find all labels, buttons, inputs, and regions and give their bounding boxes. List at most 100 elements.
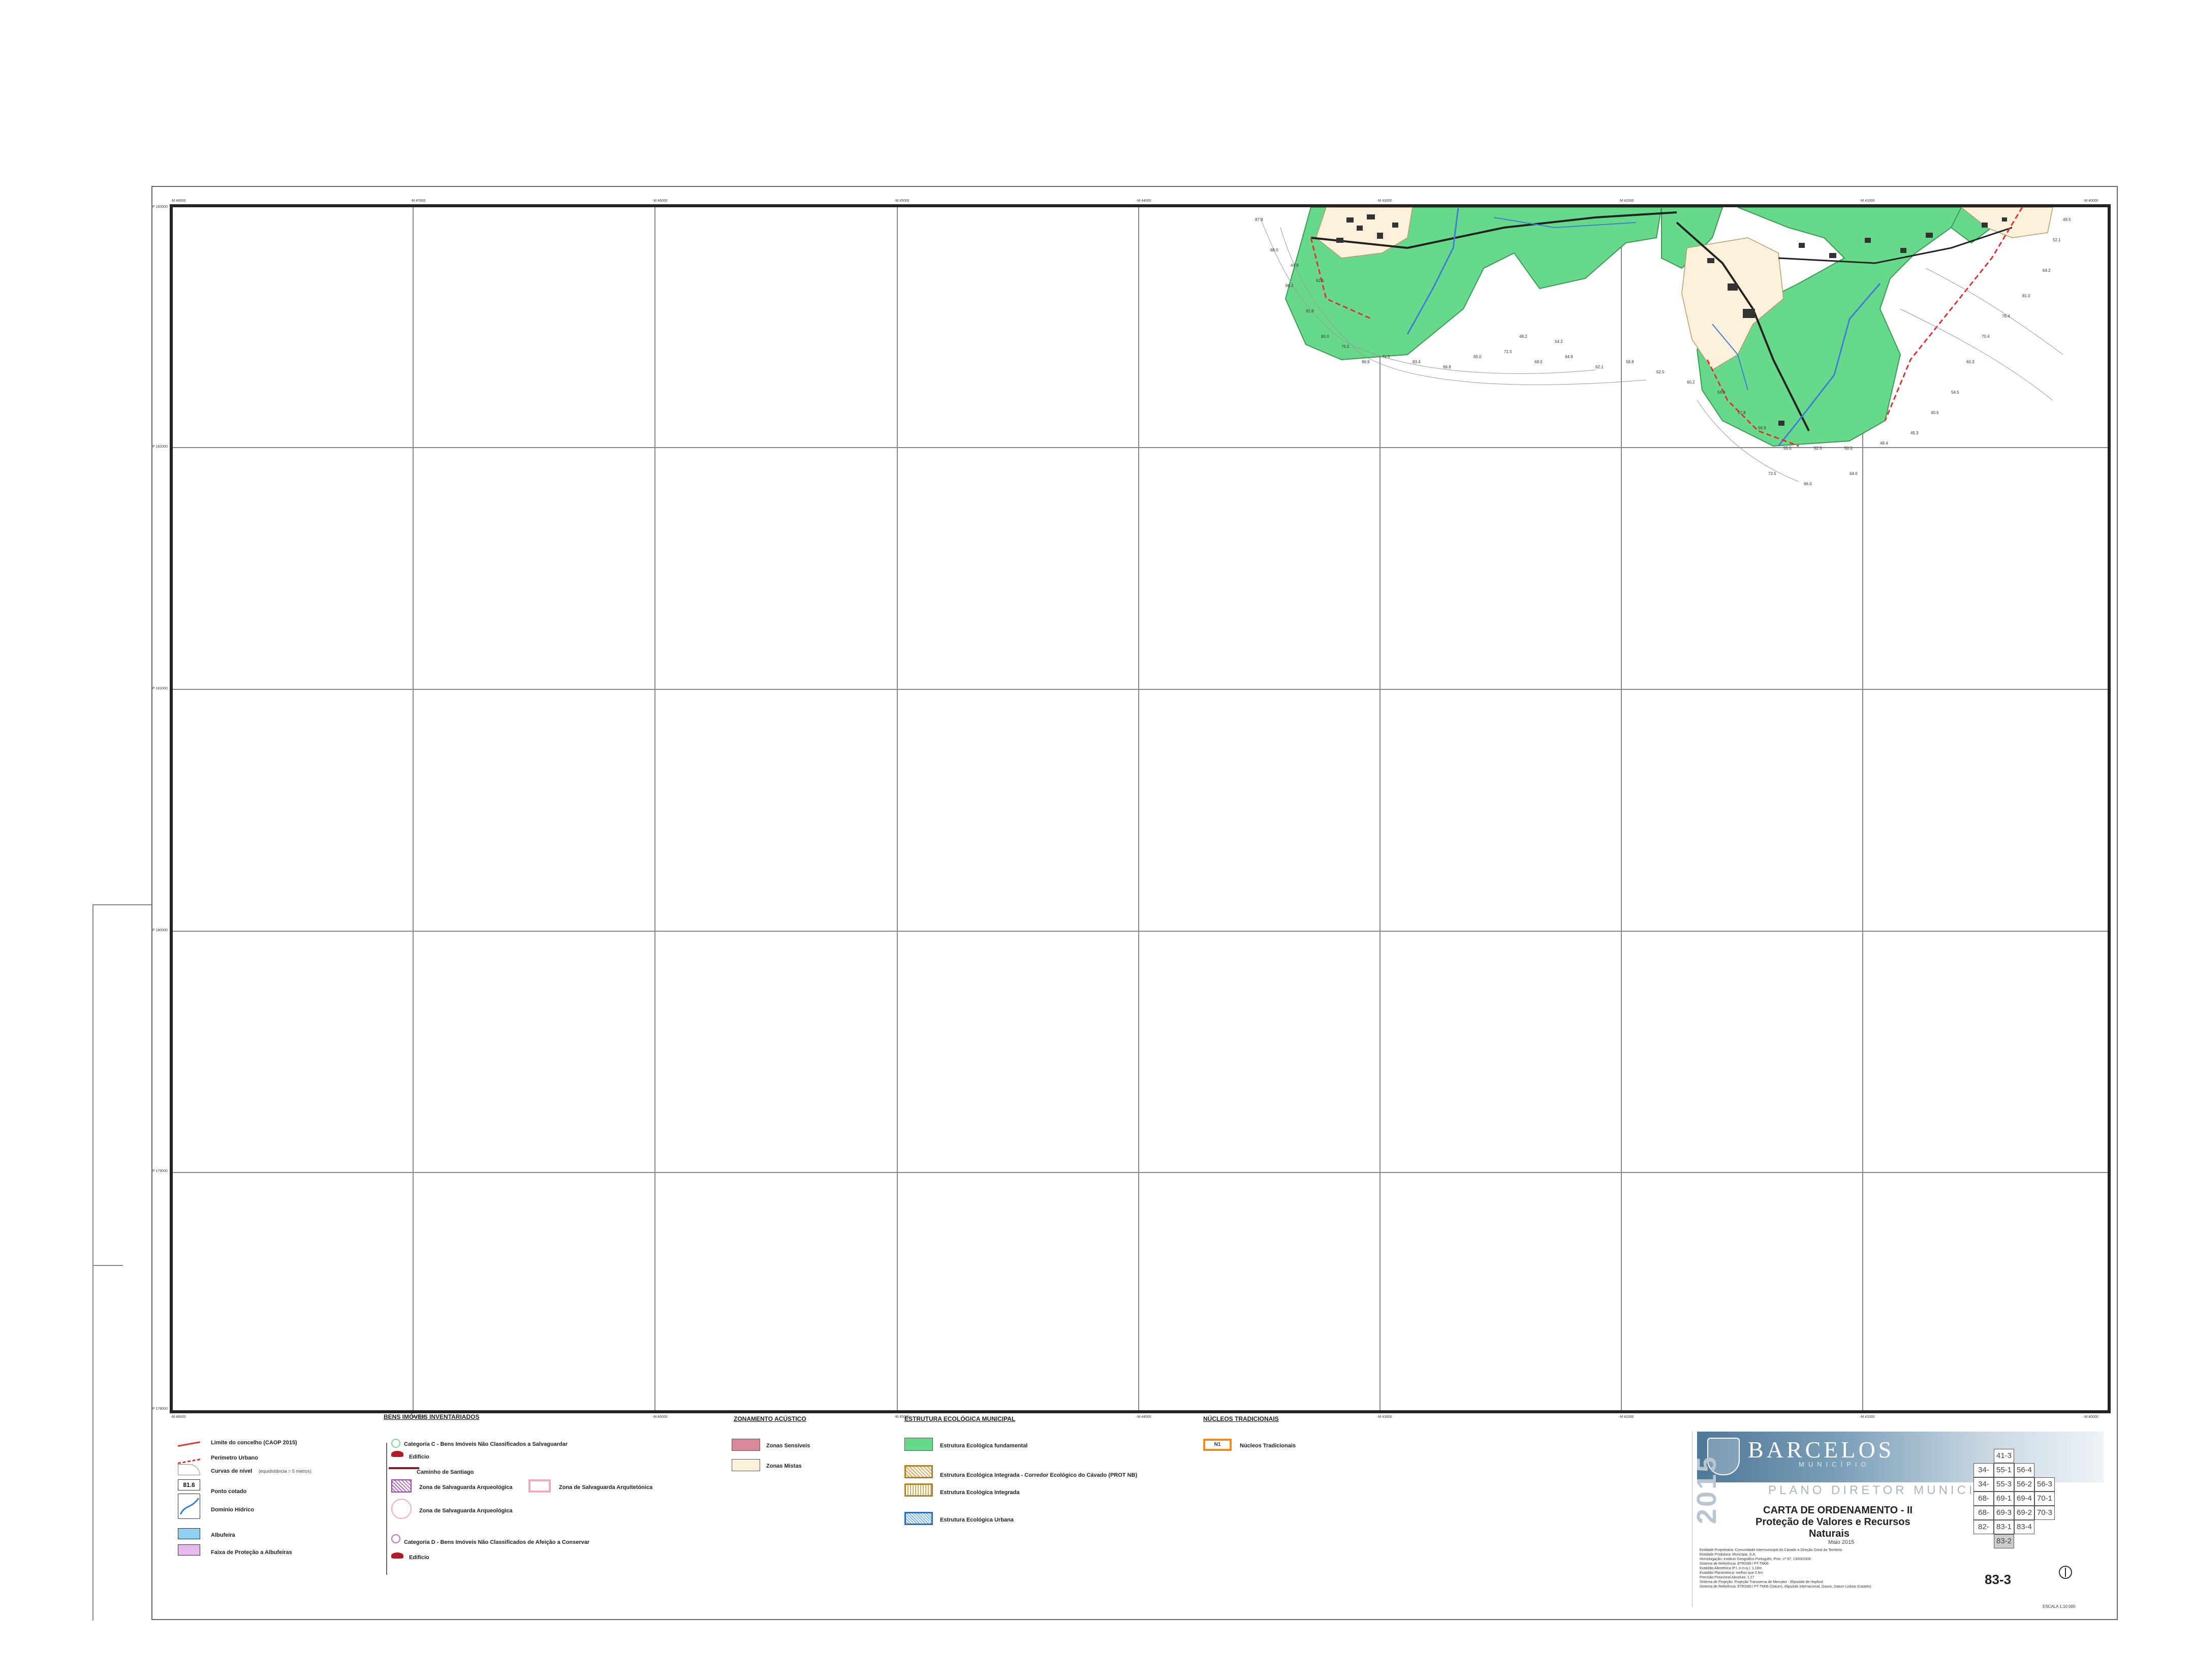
coordinate-label: -M 47000 [411, 199, 426, 203]
mixed-zone-symbol [732, 1459, 760, 1471]
ecological-urban-symbol [904, 1512, 933, 1525]
spot-height-label: 57.8 [1738, 410, 1746, 415]
building-symbol [391, 1451, 403, 1457]
category-c-symbol [391, 1439, 400, 1448]
category-d-symbol [391, 1534, 400, 1543]
credit-line: Entidade Proprietária: Comunidade Interm… [1700, 1548, 1842, 1552]
spot-height-label: 71.5 [1504, 350, 1512, 354]
legend-label: Estrutura Ecológica Urbana [940, 1517, 1014, 1523]
spot-height-label: 65.0 [1474, 355, 1482, 359]
legend-label: Categoria C - Bens Imóveis Não Classific… [404, 1441, 568, 1447]
index-cell: 83-1 [1994, 1520, 2014, 1534]
legend-label: Domínio Hídrico [211, 1507, 254, 1513]
coordinate-label: -M 41000 [1860, 199, 1875, 203]
spot-height-label: 86.2 [1286, 283, 1294, 288]
spot-height-label: 40.6 [1931, 410, 1939, 415]
credit-line: Exatidão Altimétrica (P.I. e.m.q.): 1.18… [1700, 1567, 1762, 1570]
legend-label: Zonas Sensíveis [766, 1443, 810, 1449]
spot-height-label: 66.8 [1443, 365, 1451, 369]
legend-heading: ZONAMENTO ACÚSTICO [734, 1415, 806, 1422]
side-frame-line [92, 904, 93, 1621]
spot-height-label: 70.4 [1982, 334, 1990, 339]
legend-label: Zonas Mistas [766, 1463, 802, 1469]
sheet-number: 83-3 [1985, 1572, 2012, 1587]
coordinate-label: -M 43000 [1377, 199, 1392, 203]
spot-height-label: 62.1 [1595, 365, 1604, 369]
legend-label: Estrutura Ecológica Integrada [940, 1489, 1020, 1496]
index-cell: 55-1 [1994, 1463, 2014, 1477]
index-cell: 56-2 [2014, 1477, 2034, 1492]
spot-height-label: 64.0 [1850, 471, 1858, 476]
map-scale: ESCALA 1:10 000 [2043, 1604, 2076, 1609]
spot-height-label: 52.1 [2053, 238, 2061, 242]
spot-height-label: 62.5 [1316, 278, 1324, 283]
coordinate-label: P 178000 [152, 1407, 168, 1411]
legend-label: Limite do concelho (CAOP 2015) [211, 1440, 297, 1446]
spot-height-label: 54.5 [1951, 390, 1959, 395]
coordinate-label: P 182000 [152, 445, 168, 449]
legend-label: Zona de Salvaguarda Arqueológica [419, 1508, 513, 1514]
map-subtitle-2: Naturais [1809, 1528, 1850, 1539]
index-cell: 68- [1973, 1492, 1994, 1506]
credit-line: Sistema de Projeção: Projeção Transversa… [1700, 1580, 1823, 1584]
map-features [1260, 207, 2063, 482]
legend-label: Zona de Salvaguarda Arqueológica [419, 1484, 513, 1491]
legend-divider [386, 1443, 387, 1575]
contour-line [1925, 268, 2063, 355]
legend-note: (equidistância = 5 metros) [259, 1469, 311, 1474]
coordinate-label: -M 42000 [1619, 1415, 1634, 1419]
coordinate-label: -M 40000 [2083, 199, 2098, 203]
index-cell: 41-3 [1994, 1449, 2014, 1463]
index-cell: 82- [1973, 1520, 1994, 1534]
spot-height-label: 64.9 [1565, 355, 1573, 359]
index-cell: 83-2 [1994, 1534, 2014, 1548]
legend-label: Edifício [409, 1555, 429, 1561]
coordinate-label: P 181000 [152, 687, 168, 690]
index-cell: 55-3 [1994, 1477, 2014, 1492]
spot-height-label: 72.5 [1768, 471, 1776, 476]
coordinate-label: -M 43000 [1377, 1415, 1392, 1419]
spot-height-symbol: 81.6 [178, 1479, 200, 1491]
legend-label: Estrutura Ecológica fundamental [940, 1443, 1028, 1449]
index-cell: 56-4 [2014, 1463, 2034, 1477]
spot-height-label: 62.5 [1656, 370, 1665, 374]
legend-label: Faixa de Proteção a Albufeiras [211, 1549, 292, 1556]
map-area[interactable]: 87.8 88.0 86.2 91.8 80.0 75.5 86.9 71.5 83.4 66.8… [170, 204, 2111, 1413]
side-frame-tick [92, 904, 151, 905]
legend-label: Zona de Salvaguarda Arquitetónica [559, 1484, 653, 1491]
credit-line: Entidade Produtora: Municipia, S.A. [1700, 1553, 1756, 1557]
coordinate-label: -M 40000 [2083, 1415, 2098, 1419]
spot-height-label: 56.9 [1758, 426, 1766, 430]
ecological-corridor-symbol [904, 1465, 933, 1478]
spot-height-label: 91.8 [1306, 309, 1314, 313]
water-domain-symbol [178, 1494, 200, 1519]
index-cell: 69-1 [1994, 1492, 2014, 1506]
spot-height-label: 81.0 [2022, 294, 2030, 298]
spot-height-label: 58.0 [1717, 390, 1726, 395]
index-cell: 70-3 [2034, 1506, 2055, 1520]
index-cell: 70-1 [2034, 1492, 2055, 1506]
traditional-nucleus-symbol: N1 [1203, 1439, 1232, 1451]
legend-label: Ponto cotado [211, 1488, 247, 1495]
municipality-subtitle: MUNICÍPIO [1799, 1461, 1870, 1468]
coordinate-label: P 183000 [152, 205, 168, 209]
spot-height-label: 75.5 [1341, 344, 1350, 349]
contour-line [1900, 308, 2053, 401]
sheet-index-map: 41-3 34- 55-1 56-4 34- 55-3 56-2 56-3 68- 69-1 69-… [1973, 1449, 2060, 1556]
coordinate-label: P 179000 [152, 1169, 168, 1173]
legend-label: Estrutura Ecológica Integrada - Corredor… [940, 1472, 1138, 1478]
credit-line: Sistema de Referência: ETRS89 / PT-TM06 … [1700, 1585, 1871, 1589]
coordinate-label: P 180000 [152, 929, 168, 932]
spot-height-label: 45.3 [1910, 431, 1919, 435]
credit-line: Sistema de Referência: ETRS89 / PT-TM06 [1700, 1562, 1769, 1566]
spot-height-label: 48.4 [1880, 441, 1888, 446]
index-cell: 83-4 [2014, 1520, 2034, 1534]
legend-heading: BENS IMÓVEIS INVENTARIADOS [384, 1413, 480, 1420]
map-subtitle: Proteção de Valores e Recursos [1756, 1516, 1910, 1528]
archaeological-zone-symbol [391, 1479, 412, 1493]
coordinate-label: -M 45000 [894, 199, 910, 203]
ecological-integrated-symbol [904, 1483, 933, 1497]
reservoir-symbol [178, 1528, 200, 1539]
legend-label: Caminho de Santiago [417, 1469, 474, 1475]
index-cell: 69-4 [2014, 1492, 2034, 1506]
